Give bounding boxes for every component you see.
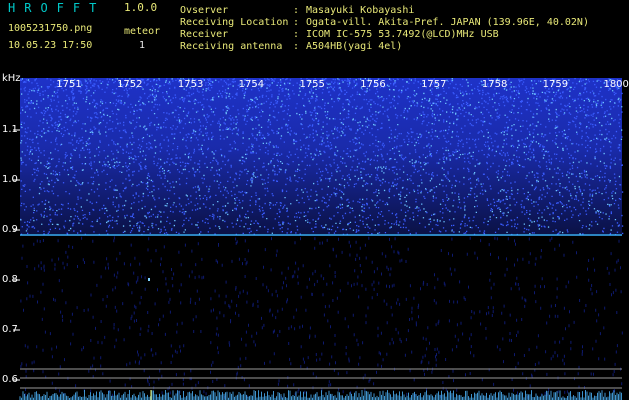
meteor-echo (148, 278, 150, 281)
y-tick-label: 0.6 (2, 374, 18, 385)
y-tick-label: 1.0 (2, 174, 18, 185)
noise-band (20, 78, 622, 234)
y-tick-label: 0.8 (2, 274, 18, 285)
y-axis-unit: kHz (2, 73, 21, 84)
y-tick-label: 1.1 (2, 124, 18, 135)
x-tick-label: 1751 (56, 79, 82, 90)
x-tick-label: 1758 (481, 79, 508, 90)
x-tick-label: 1800 (603, 79, 629, 90)
x-tick-label: 1759 (542, 79, 569, 90)
x-tick-label: 1753 (177, 79, 204, 90)
amplitude-trace (19, 390, 622, 400)
y-tick-label: 0.9 (2, 224, 18, 235)
x-tick-label: 1754 (238, 79, 265, 90)
x-tick-label: 1757 (421, 79, 447, 90)
spectrogram (13, 78, 624, 400)
x-tick-label: 1755 (299, 79, 325, 90)
y-tick-label: 0.7 (2, 324, 18, 335)
x-tick-label: 1756 (360, 79, 386, 90)
x-tick-label: 1752 (117, 79, 143, 90)
dim-noise (20, 236, 623, 399)
